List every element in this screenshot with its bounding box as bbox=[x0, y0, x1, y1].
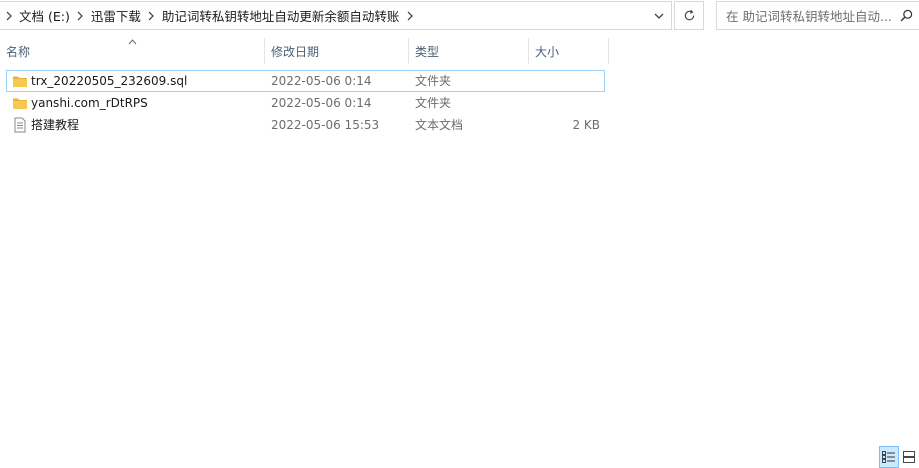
file-type: 文件夹 bbox=[415, 96, 452, 110]
column-divider[interactable] bbox=[608, 38, 609, 64]
file-date: 2022-05-06 0:14 bbox=[271, 96, 372, 110]
column-header-row: 名称 修改日期 类型 大小 bbox=[0, 38, 610, 64]
file-size bbox=[530, 92, 600, 114]
file-name: yanshi.com_rDtRPS bbox=[31, 96, 148, 110]
search-box[interactable]: 在 助记词转私钥转地址自动... bbox=[716, 1, 919, 30]
column-header-date[interactable]: 修改日期 bbox=[265, 38, 409, 64]
file-name: 搭建教程 bbox=[31, 118, 80, 132]
text-document-icon bbox=[12, 117, 28, 133]
view-mode-toggle bbox=[879, 446, 919, 468]
column-header-label: 修改日期 bbox=[271, 44, 320, 59]
file-type: 文件夹 bbox=[415, 74, 452, 88]
file-row[interactable]: trx_20220505_232609.sql 2022-05-06 0:14 … bbox=[0, 70, 610, 92]
file-size: 2 KB bbox=[572, 118, 600, 132]
file-date: 2022-05-06 0:14 bbox=[271, 74, 372, 88]
file-date: 2022-05-06 15:53 bbox=[271, 118, 380, 132]
large-icons-view-icon bbox=[903, 451, 915, 463]
column-header-size[interactable]: 大小 bbox=[529, 38, 609, 64]
chevron-right-icon[interactable] bbox=[401, 2, 418, 29]
folder-icon bbox=[12, 73, 28, 89]
large-icons-view-button[interactable] bbox=[899, 446, 919, 468]
file-row[interactable]: yanshi.com_rDtRPS 2022-05-06 0:14 文件夹 bbox=[0, 92, 610, 114]
column-header-type[interactable]: 类型 bbox=[409, 38, 529, 64]
column-header-label: 类型 bbox=[415, 44, 440, 59]
column-header-name[interactable]: 名称 bbox=[0, 38, 265, 64]
navigation-bar: 文档 (E:) 迅雷下载 助记词转私钥转地址自动更新余额自动转账 在 助记词转私… bbox=[0, 0, 919, 33]
chevron-right-icon[interactable] bbox=[143, 2, 160, 29]
address-bar[interactable]: 文档 (E:) 迅雷下载 助记词转私钥转地址自动更新余额自动转账 bbox=[0, 1, 672, 30]
file-row[interactable]: 搭建教程 2022-05-06 15:53 文本文档 2 KB bbox=[0, 114, 610, 136]
chevron-down-icon bbox=[654, 13, 664, 19]
chevron-right-icon[interactable] bbox=[0, 2, 17, 29]
file-name: trx_20220505_232609.sql bbox=[31, 74, 188, 88]
file-list: trx_20220505_232609.sql 2022-05-06 0:14 … bbox=[0, 70, 610, 136]
column-header-label: 大小 bbox=[535, 44, 560, 59]
breadcrumb: 文档 (E:) 迅雷下载 助记词转私钥转地址自动更新余额自动转账 bbox=[0, 2, 647, 29]
breadcrumb-item-current-folder[interactable]: 助记词转私钥转地址自动更新余额自动转账 bbox=[160, 6, 402, 25]
breadcrumb-item-drive[interactable]: 文档 (E:) bbox=[17, 6, 72, 25]
refresh-button[interactable] bbox=[674, 1, 704, 30]
search-icon[interactable] bbox=[893, 2, 919, 29]
details-view-icon bbox=[882, 451, 895, 463]
chevron-right-icon[interactable] bbox=[72, 2, 89, 29]
column-header-label: 名称 bbox=[6, 44, 31, 59]
breadcrumb-item-downloads[interactable]: 迅雷下载 bbox=[89, 6, 143, 25]
details-view-button[interactable] bbox=[879, 446, 899, 468]
sort-ascending-icon bbox=[128, 34, 137, 48]
search-input[interactable]: 在 助记词转私钥转地址自动... bbox=[717, 6, 893, 25]
folder-icon bbox=[12, 95, 28, 111]
file-type: 文本文档 bbox=[415, 118, 464, 132]
refresh-icon bbox=[684, 9, 694, 21]
file-size bbox=[530, 70, 600, 92]
address-history-button[interactable] bbox=[647, 2, 671, 29]
